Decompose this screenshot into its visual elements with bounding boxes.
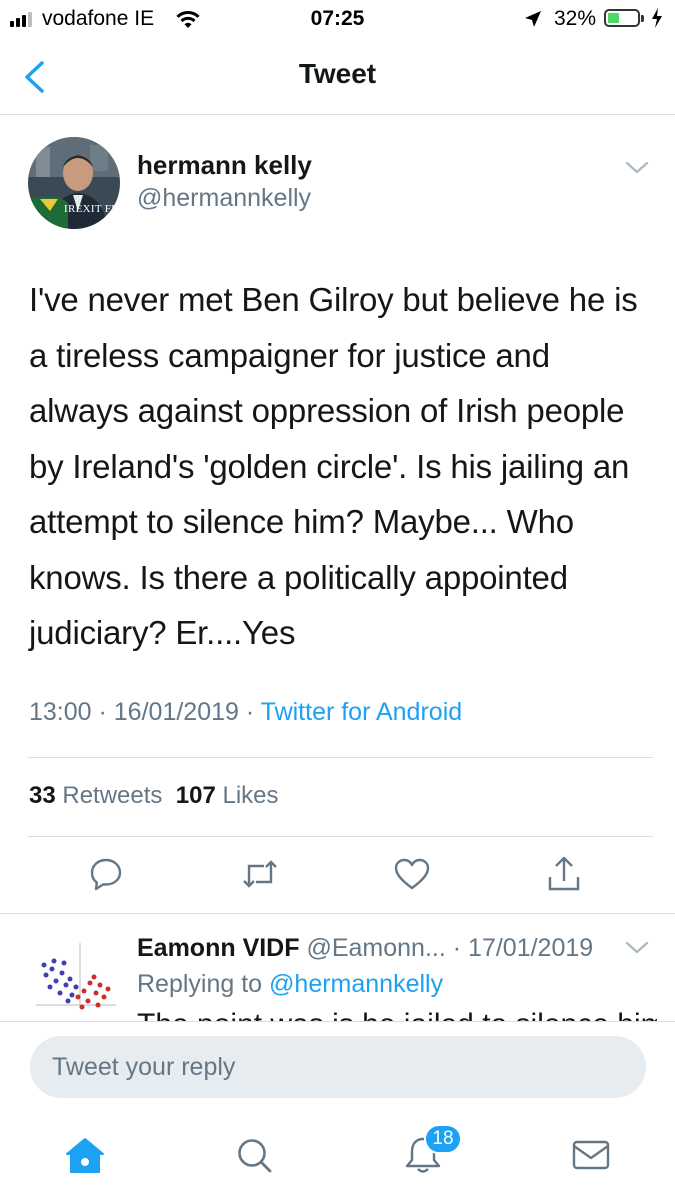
likes-label: Likes xyxy=(222,782,279,809)
home-icon xyxy=(64,1135,106,1180)
chevron-down-icon[interactable] xyxy=(624,160,650,181)
retweet-icon xyxy=(240,856,280,897)
meta-divider xyxy=(28,757,653,758)
avatar-badge-text: IREXIT FREEDOM xyxy=(64,204,120,215)
tweet-text: I've never met Ben Gilroy but believe he… xyxy=(29,281,638,651)
notifications-badge: 18 xyxy=(424,1124,462,1154)
tweet-meta: 13:00 · 16/01/2019 · Twitter for Android xyxy=(29,698,462,727)
battery-tip xyxy=(641,15,644,22)
author-avatar[interactable]: IREXIT FREEDOM xyxy=(28,137,120,229)
reply-chevron-down-icon[interactable] xyxy=(624,940,650,961)
author-handle[interactable]: @hermannkelly xyxy=(137,184,311,213)
reply-text: The point was is he jailed to silence hi… xyxy=(137,1008,657,1022)
retweets-label: Retweets xyxy=(62,782,163,809)
retweets-link[interactable]: 33 Retweets xyxy=(29,782,162,809)
meta-separator: · xyxy=(238,698,261,726)
author-name[interactable]: hermann kelly xyxy=(137,150,312,181)
compose-reply-box[interactable] xyxy=(30,1036,646,1098)
replying-mention-link[interactable]: @hermannkelly xyxy=(269,970,443,998)
status-bar: vodafone IE 07:25 32% xyxy=(0,0,675,40)
envelope-icon xyxy=(571,1139,611,1176)
heart-icon xyxy=(393,857,431,896)
likes-count: 107 xyxy=(175,782,216,809)
reply-author-handle: @Eamonn... xyxy=(306,934,446,962)
tweet-reply-input[interactable] xyxy=(30,1036,612,1098)
share-icon xyxy=(546,855,582,898)
tab-messages[interactable] xyxy=(566,1132,616,1182)
replying-to: Replying to @hermannkelly xyxy=(137,970,443,999)
battery-icon xyxy=(604,9,640,27)
charging-bolt-icon xyxy=(651,7,663,34)
location-arrow-icon xyxy=(523,9,543,35)
reply-author-line[interactable]: Eamonn VIDF @Eamonn... · 17/01/2019 xyxy=(137,934,593,963)
retweet-button[interactable] xyxy=(236,852,284,900)
actions-divider xyxy=(0,913,675,914)
tab-search[interactable] xyxy=(229,1132,279,1182)
reply-author-name: Eamonn VIDF xyxy=(137,934,300,962)
meta-separator: · xyxy=(91,698,114,726)
tab-home[interactable] xyxy=(60,1132,110,1182)
reply-button[interactable] xyxy=(82,852,130,900)
like-button[interactable] xyxy=(388,852,436,900)
tweet-source-link[interactable]: Twitter for Android xyxy=(261,698,462,726)
replying-prefix: Replying to xyxy=(137,970,263,998)
reply-author-avatar[interactable] xyxy=(26,935,122,1025)
stats-divider xyxy=(28,836,653,837)
share-button[interactable] xyxy=(540,852,588,900)
tweet-date: 16/01/2019 xyxy=(113,698,239,726)
nav-divider xyxy=(0,114,675,115)
retweets-count: 33 xyxy=(29,782,56,809)
battery-percent: 32% xyxy=(554,7,597,30)
tweet-stats: 33 Retweets 107 Likes xyxy=(29,782,279,810)
page-title: Tweet xyxy=(298,58,377,89)
search-icon xyxy=(234,1135,274,1180)
compose-divider xyxy=(0,1021,675,1022)
reply-icon xyxy=(88,856,124,897)
reply-date: · 17/01/2019 xyxy=(452,934,594,962)
likes-link[interactable]: 107 Likes xyxy=(176,782,279,809)
tweet-time: 13:00 xyxy=(29,698,92,726)
